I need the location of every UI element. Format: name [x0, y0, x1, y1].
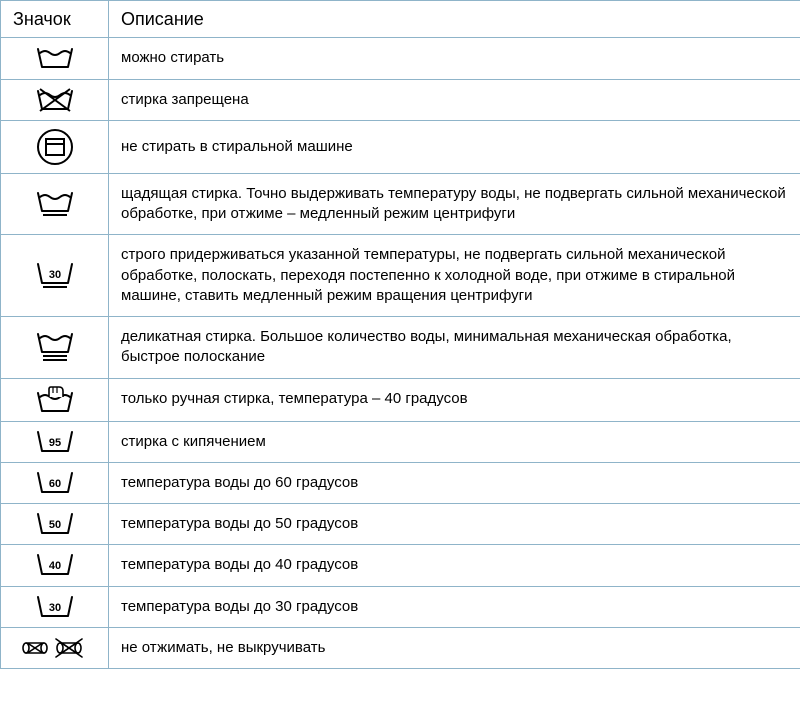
no-machine-wash-icon — [35, 127, 75, 167]
description-cell: щадящая стирка. Точно выдерживать темпер… — [109, 173, 800, 235]
table-row: не стирать в стиральной машине — [1, 120, 800, 173]
description-cell: температура воды до 30 градусов — [109, 586, 800, 627]
table-row: можно стирать — [1, 38, 800, 79]
table-row: 30 температура воды до 30 градусов — [1, 586, 800, 627]
svg-text:50: 50 — [48, 519, 60, 531]
description-cell: строго придерживаться указанной температ… — [109, 235, 800, 317]
svg-text:30: 30 — [48, 602, 60, 614]
gentle-wash-icon — [35, 189, 75, 219]
description-cell: деликатная стирка. Большое количество во… — [109, 317, 800, 379]
table-row: 40 температура воды до 40 градусов — [1, 545, 800, 586]
description-cell: температура воды до 50 градусов — [109, 504, 800, 545]
table-row: 50 температура воды до 50 градусов — [1, 504, 800, 545]
svg-text:60: 60 — [48, 478, 60, 490]
description-cell: не отжимать, не выкручивать — [109, 627, 800, 668]
svg-text:30: 30 — [48, 269, 60, 281]
laundry-symbols-table: Значок Описание можно стирать — [0, 0, 800, 669]
wash-30-gentle-icon: 30 — [35, 261, 75, 291]
wash-allowed-icon — [35, 45, 75, 71]
table-row: деликатная стирка. Большое количество во… — [1, 317, 800, 379]
header-icon: Значок — [1, 1, 109, 38]
description-cell: температура воды до 60 градусов — [109, 462, 800, 503]
table-row: стирка запрещена — [1, 79, 800, 120]
hand-wash-icon — [35, 385, 75, 415]
wash-60-icon: 60 — [35, 470, 75, 496]
wash-30-icon: 30 — [35, 594, 75, 620]
table-row: не отжимать, не выкручивать — [1, 627, 800, 668]
no-wring-icon — [20, 636, 90, 660]
wash-50-icon: 50 — [35, 511, 75, 537]
wash-40-icon: 40 — [35, 552, 75, 578]
description-cell: стирка с кипячением — [109, 421, 800, 462]
table-row: щадящая стирка. Точно выдерживать темпер… — [1, 173, 800, 235]
description-cell: только ручная стирка, температура – 40 г… — [109, 378, 800, 421]
header-description: Описание — [109, 1, 800, 38]
wash-95-icon: 95 — [35, 429, 75, 455]
table-row: 95 стирка с кипячением — [1, 421, 800, 462]
table-row: только ручная стирка, температура – 40 г… — [1, 378, 800, 421]
table-row: 30 строго придерживаться указанной темпе… — [1, 235, 800, 317]
description-cell: не стирать в стиральной машине — [109, 120, 800, 173]
delicate-wash-icon — [35, 330, 75, 364]
svg-text:40: 40 — [48, 560, 60, 572]
table-row: 60 температура воды до 60 градусов — [1, 462, 800, 503]
svg-text:95: 95 — [48, 437, 60, 449]
description-cell: стирка запрещена — [109, 79, 800, 120]
description-cell: можно стирать — [109, 38, 800, 79]
wash-forbidden-icon — [35, 87, 75, 113]
description-cell: температура воды до 40 градусов — [109, 545, 800, 586]
